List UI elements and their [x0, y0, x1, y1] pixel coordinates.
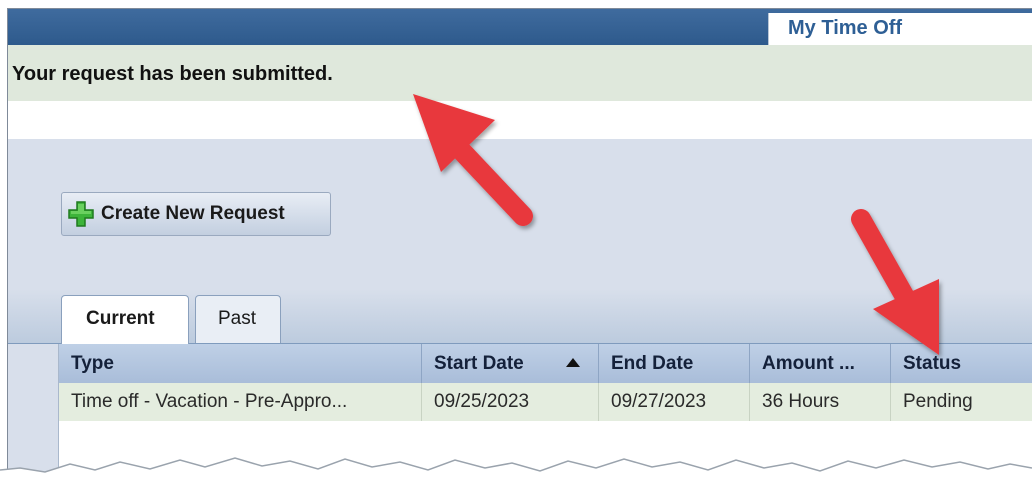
- column-header-type-label: Type: [71, 353, 114, 374]
- table-header: Type Start Date End Date Amount ... Stat…: [59, 344, 1032, 384]
- column-header-end-date-label: End Date: [611, 353, 694, 374]
- requests-panel: Create New Request Current Past Type Sta…: [8, 139, 1032, 479]
- torn-edge-decoration: [0, 457, 1032, 492]
- cell-amount: 36 Hours: [750, 383, 891, 421]
- plus-icon: [68, 201, 94, 227]
- column-header-end-date[interactable]: End Date: [599, 344, 750, 383]
- cell-status: Pending: [891, 383, 1032, 421]
- sort-ascending-icon: [566, 358, 580, 367]
- column-header-amount-label: Amount ...: [762, 353, 855, 374]
- tab-past-label: Past: [218, 308, 257, 329]
- cell-start-date-text: 09/25/2023: [434, 391, 530, 412]
- notice-message: Your request has been submitted.: [12, 63, 333, 85]
- column-header-status[interactable]: Status: [891, 344, 1032, 383]
- cell-end-date-text: 09/27/2023: [611, 391, 707, 412]
- table-row[interactable]: Time off - Vacation - Pre-Appro... 09/25…: [59, 383, 1032, 421]
- cell-status-text: Pending: [903, 391, 973, 412]
- top-navigation-bar: My Time Off: [8, 9, 1032, 45]
- time-off-window: My Time Off Your request has been submit…: [7, 8, 1032, 479]
- column-header-type[interactable]: Type: [59, 344, 422, 383]
- tab-strip: Current Past: [8, 289, 1032, 344]
- cell-type: Time off - Vacation - Pre-Appro...: [59, 383, 422, 421]
- cell-start-date: 09/25/2023: [422, 383, 599, 421]
- success-notice: Your request has been submitted.: [8, 45, 1032, 101]
- tab-past[interactable]: Past: [195, 295, 281, 343]
- create-new-request-button[interactable]: Create New Request: [61, 192, 331, 236]
- column-header-amount[interactable]: Amount ...: [750, 344, 891, 383]
- column-header-start-date[interactable]: Start Date: [422, 344, 599, 383]
- create-new-request-label: Create New Request: [101, 203, 285, 224]
- column-header-start-date-label: Start Date: [434, 353, 524, 374]
- cell-end-date: 09/27/2023: [599, 383, 750, 421]
- tab-current[interactable]: Current: [61, 295, 189, 344]
- column-header-status-label: Status: [903, 353, 962, 374]
- spacer: [8, 101, 1032, 139]
- page-title: My Time Off: [788, 17, 903, 39]
- page-title-tab[interactable]: My Time Off: [768, 13, 1032, 45]
- tab-current-label: Current: [86, 308, 155, 329]
- cell-amount-text: 36 Hours: [762, 391, 840, 412]
- cell-type-text: Time off - Vacation - Pre-Appro...: [71, 391, 348, 412]
